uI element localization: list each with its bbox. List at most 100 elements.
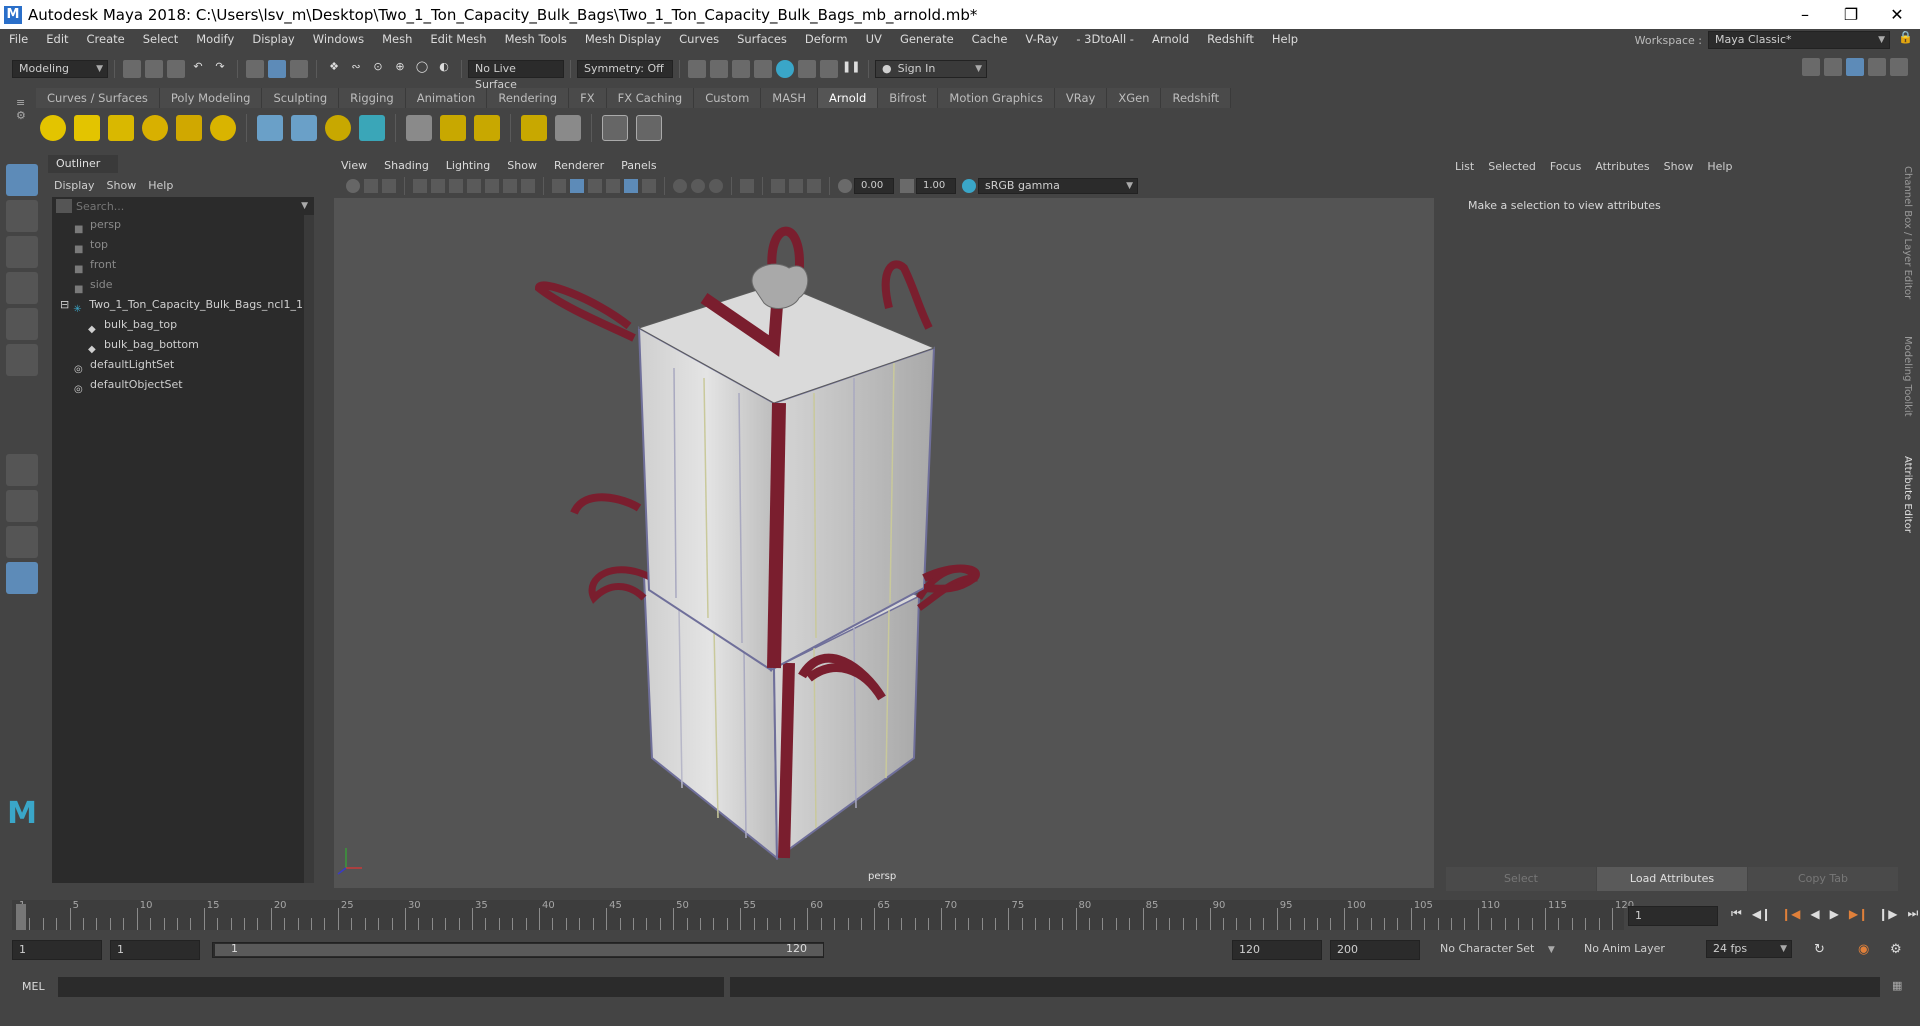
- copy-tab-button[interactable]: Copy Tab: [1748, 867, 1898, 891]
- close-button[interactable]: ✕: [1874, 0, 1920, 29]
- select-button[interactable]: Select: [1446, 867, 1596, 891]
- shelf-tab-fx-caching[interactable]: FX Caching: [606, 88, 695, 108]
- menu-item-edit-mesh[interactable]: Edit Mesh: [421, 32, 495, 46]
- outliner-menu-help[interactable]: Help: [148, 179, 173, 192]
- filter-icon[interactable]: [56, 199, 72, 213]
- resolution-gate-icon[interactable]: [467, 179, 481, 193]
- select-component-icon[interactable]: [290, 60, 308, 78]
- loop-icon[interactable]: ↻: [1814, 942, 1825, 957]
- anim-layer-selector[interactable]: No Anim Layer: [1584, 942, 1684, 955]
- shelf-menu-icon[interactable]: ≡ ⚙: [16, 96, 28, 136]
- camera-attributes-icon[interactable]: [364, 179, 378, 193]
- exposure-icon[interactable]: [838, 179, 852, 193]
- snap-vertex-icon[interactable]: ◐: [435, 60, 453, 78]
- pause-icon[interactable]: ❚❚: [842, 60, 860, 78]
- photometric-light-icon[interactable]: [108, 115, 134, 141]
- viewport-menu-show[interactable]: Show: [507, 159, 537, 172]
- gate-mask-icon[interactable]: [485, 179, 499, 193]
- outliner-item[interactable]: ■ front: [52, 255, 314, 275]
- menu-item-surfaces[interactable]: Surfaces: [728, 32, 796, 46]
- ipr-render-icon[interactable]: [732, 60, 750, 78]
- menu-item-select[interactable]: Select: [134, 32, 187, 46]
- volume-icon[interactable]: [359, 115, 385, 141]
- menu-item-deform[interactable]: Deform: [796, 32, 857, 46]
- menu-item-create[interactable]: Create: [78, 32, 134, 46]
- command-input[interactable]: [58, 977, 724, 997]
- select-hierarchy-icon[interactable]: [246, 60, 264, 78]
- current-frame-field[interactable]: 1: [1628, 906, 1718, 926]
- shelf-tab-mash[interactable]: MASH: [761, 88, 819, 108]
- shelf-tab-fx[interactable]: FX: [569, 88, 607, 108]
- skydome-light-icon[interactable]: [142, 115, 168, 141]
- outliner-scrollbar[interactable]: [304, 215, 314, 883]
- area-light-icon[interactable]: [40, 115, 66, 141]
- gamma-icon[interactable]: [900, 179, 914, 193]
- go-to-end-icon[interactable]: ⏭: [1907, 906, 1918, 921]
- hypershade-icon[interactable]: [776, 60, 794, 78]
- character-set-selector[interactable]: No Character Set ▼: [1440, 942, 1576, 955]
- light-portal-icon[interactable]: [176, 115, 202, 141]
- lock-icon[interactable]: 🔒: [1898, 30, 1914, 46]
- wireframe-icon[interactable]: [552, 179, 566, 193]
- paint-select-tool-icon[interactable]: [6, 236, 38, 268]
- curve-collector-icon[interactable]: [325, 115, 351, 141]
- physical-sky-icon[interactable]: [210, 115, 236, 141]
- menu-item-help[interactable]: Help: [1263, 32, 1307, 46]
- anti-aliasing-icon[interactable]: [709, 179, 723, 193]
- live-surface-field[interactable]: No Live Surface: [468, 60, 564, 91]
- image-plane-icon[interactable]: [413, 179, 427, 193]
- fps-dropdown[interactable]: 24 fps ▼: [1706, 940, 1792, 958]
- script-editor-icon[interactable]: ▦: [1892, 979, 1902, 992]
- outliner-item[interactable]: ◎ defaultLightSet: [52, 355, 314, 375]
- menu-item-edit[interactable]: Edit: [37, 32, 77, 46]
- modeling-toolkit-icon[interactable]: [1824, 58, 1842, 76]
- camera-select-icon[interactable]: [346, 179, 360, 193]
- attr-menu-attributes[interactable]: Attributes: [1595, 160, 1649, 173]
- backface-culling-icon[interactable]: [807, 179, 821, 193]
- viewport-menu-lighting[interactable]: Lighting: [446, 159, 490, 172]
- light-manager-icon[interactable]: [521, 115, 547, 141]
- snap-curve-icon[interactable]: ∾: [347, 60, 365, 78]
- mel-label[interactable]: MEL: [22, 980, 45, 993]
- menu-item-uv[interactable]: UV: [857, 32, 891, 46]
- playhead[interactable]: [16, 904, 26, 930]
- exposure-field[interactable]: 0.00: [854, 178, 894, 194]
- step-forward-frame-icon[interactable]: ▶❙: [1849, 907, 1868, 921]
- shelf-tab-sculpting[interactable]: Sculpting: [262, 88, 340, 108]
- menu-item-generate[interactable]: Generate: [891, 32, 963, 46]
- snap-grid-icon[interactable]: ❖: [325, 60, 343, 78]
- menu-item-3dtoall[interactable]: - 3DtoAll -: [1067, 32, 1143, 46]
- flush-caches-icon[interactable]: [474, 115, 500, 141]
- tx-manager-icon[interactable]: [440, 115, 466, 141]
- maximize-button[interactable]: ❐: [1828, 0, 1874, 29]
- menu-item-mesh-display[interactable]: Mesh Display: [576, 32, 670, 46]
- shelf-tab-rigging[interactable]: Rigging: [339, 88, 406, 108]
- construction-history-icon[interactable]: [688, 60, 706, 78]
- playback-start-field[interactable]: 1: [110, 940, 200, 960]
- viewport-menu-panels[interactable]: Panels: [621, 159, 656, 172]
- new-scene-icon[interactable]: [123, 60, 141, 78]
- xray-icon[interactable]: [771, 179, 785, 193]
- render-view-icon[interactable]: [798, 60, 816, 78]
- wireframe-on-shaded-icon[interactable]: [588, 179, 602, 193]
- step-back-frame-icon[interactable]: ❙◀: [1781, 907, 1800, 921]
- menu-item-curves[interactable]: Curves: [670, 32, 728, 46]
- outliner-item[interactable]: ◎ defaultObjectSet: [52, 375, 314, 395]
- standin-icon[interactable]: [257, 115, 283, 141]
- scale-tool-icon[interactable]: [6, 344, 38, 376]
- outliner-menu-show[interactable]: Show: [107, 179, 137, 192]
- redo-icon[interactable]: ↷: [211, 60, 229, 78]
- move-tool-icon[interactable]: [6, 272, 38, 304]
- menu-item-mesh[interactable]: Mesh: [373, 32, 421, 46]
- shelf-tab-poly-modeling[interactable]: Poly Modeling: [159, 88, 263, 108]
- shelf-tab-vray[interactable]: VRay: [1054, 88, 1108, 108]
- isolate-select-icon[interactable]: [740, 179, 754, 193]
- menu-item-display[interactable]: Display: [243, 32, 303, 46]
- menu-set-dropdown[interactable]: Modeling ▼: [12, 60, 108, 78]
- safe-action-icon[interactable]: [521, 179, 535, 193]
- step-back-key-icon[interactable]: ◀❙: [1752, 907, 1771, 921]
- outliner-menu-display[interactable]: Display: [54, 179, 95, 192]
- field-chart-icon[interactable]: [503, 179, 517, 193]
- shelf-tab-custom[interactable]: Custom: [694, 88, 762, 108]
- outliner-layout-icon[interactable]: [6, 562, 38, 594]
